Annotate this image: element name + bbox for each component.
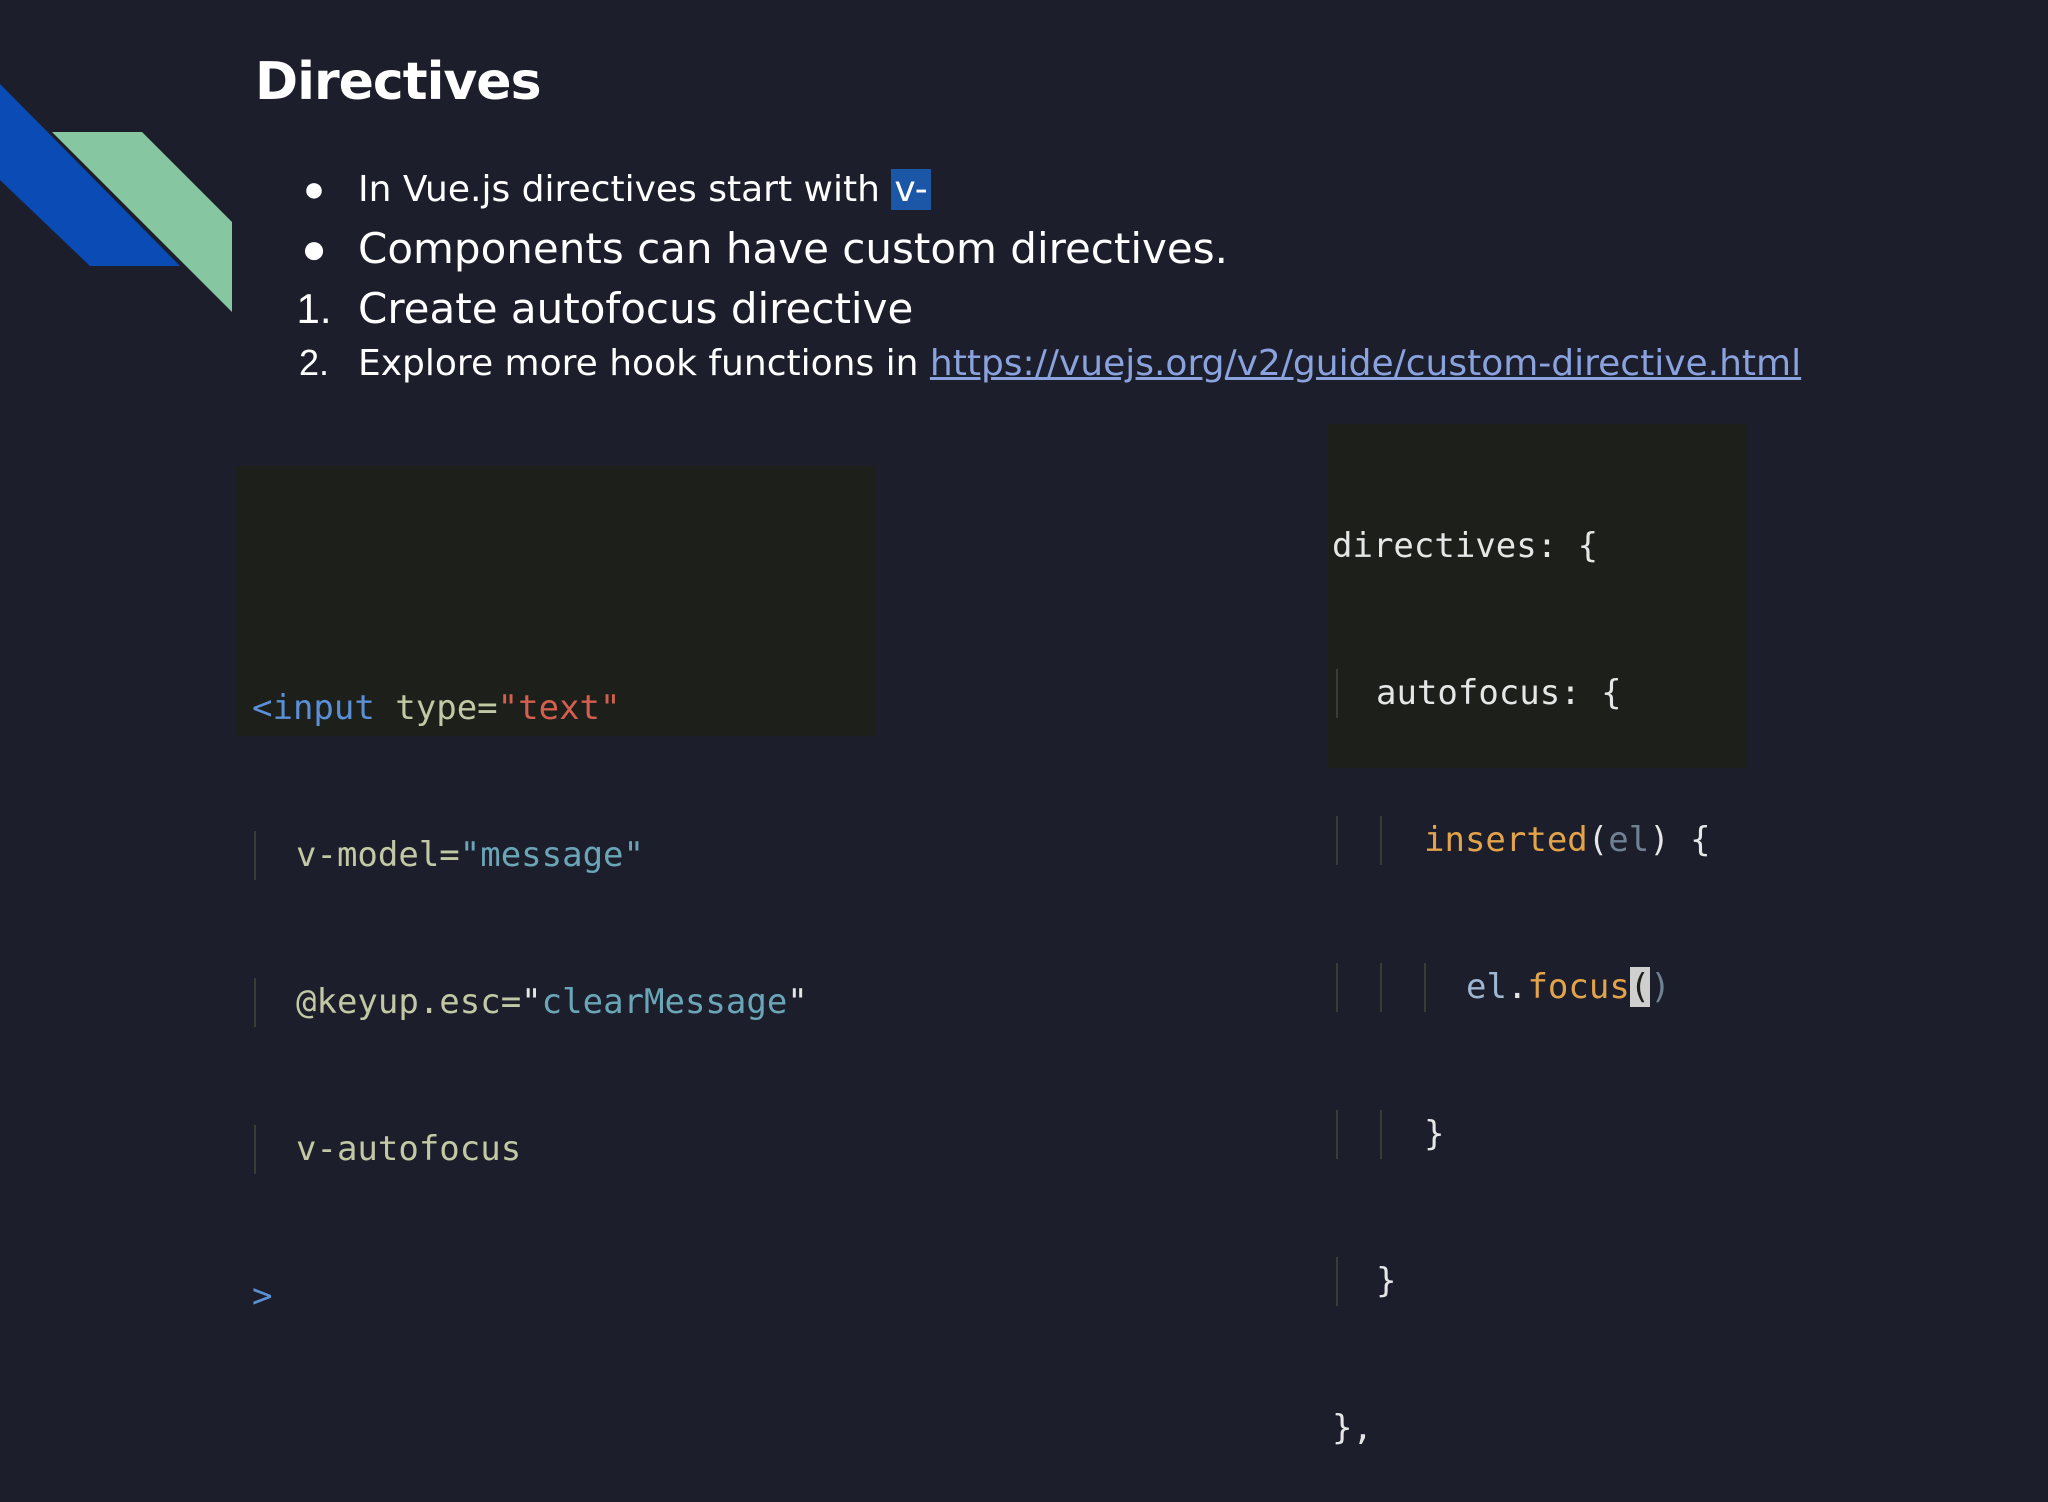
code-line: autofocus: { — [1328, 669, 1748, 718]
code-line: directives: { — [1332, 526, 1599, 566]
code-line: v-autofocus — [236, 1125, 876, 1174]
highlighted-text: v- — [891, 169, 931, 210]
item-number: 1. — [296, 285, 332, 332]
item-text: Explore more hook functions in https://v… — [358, 343, 1802, 384]
code-screenshot-template: . . . . . . . . <input type="text" v-mod… — [236, 466, 876, 1316]
bullet-text: Components can have custom directives. — [358, 224, 1228, 273]
text-cursor: ( — [1629, 967, 1651, 1007]
code-line: } — [1328, 1257, 1748, 1306]
code-line: > — [252, 1276, 273, 1316]
code-screenshot-directive: directives: { autofocus: { inserted(el) … — [1328, 424, 1748, 1448]
cut-off-code-line: . . . . . . . . — [236, 574, 501, 586]
bullet-marker: ● — [301, 225, 327, 272]
bullet-marker: ● — [303, 168, 325, 209]
code-line: }, — [1332, 1408, 1373, 1448]
item-text: Create autofocus directive — [358, 284, 914, 333]
code-line: v-model="message" — [236, 831, 876, 880]
bullet-list: ● In Vue.js directives start with v- ● C… — [270, 168, 1870, 398]
bullet-item: ● In Vue.js directives start with v- — [270, 168, 1870, 224]
docs-link[interactable]: https://vuejs.org/v2/guide/custom-direct… — [930, 343, 1801, 384]
code-line: <input type="text" — [252, 688, 621, 728]
numbered-item: 2. Explore more hook functions in https:… — [270, 342, 1870, 398]
bullet-item: ● Components can have custom directives. — [270, 224, 1870, 284]
code-line: el.focus() — [1328, 963, 1748, 1012]
code-line: @keyup.esc="clearMessage" — [236, 978, 876, 1027]
bullet-text: In Vue.js directives start with v- — [358, 169, 931, 210]
code-line: inserted(el) { — [1328, 816, 1748, 865]
item-number: 2. — [298, 342, 330, 383]
corner-accent-shapes — [0, 84, 232, 312]
numbered-item: 1. Create autofocus directive — [270, 284, 1870, 342]
slide-title: Directives — [255, 52, 542, 112]
